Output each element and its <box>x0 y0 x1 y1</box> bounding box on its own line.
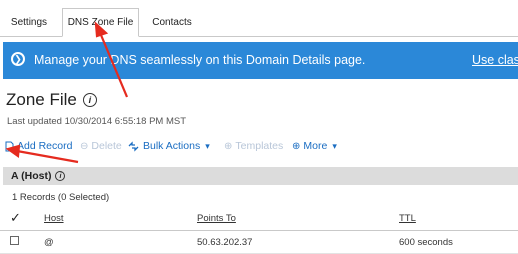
cell-points-to: 50.63.202.37 <box>197 237 253 248</box>
banner-message: Manage your DNS seamlessly on this Domai… <box>34 53 366 67</box>
bulk-actions-label: Bulk Actions <box>143 140 201 152</box>
add-record-label: Add Record <box>17 140 73 152</box>
info-banner: ❯ Manage your DNS seamlessly on this Dom… <box>3 42 518 79</box>
chevron-down-icon: ▾ <box>332 140 337 151</box>
page-title-text: Zone File <box>6 90 77 109</box>
delete-button[interactable]: ⊖ Delete <box>80 140 122 152</box>
more-label: More <box>303 140 328 152</box>
tab-contacts[interactable]: Contacts <box>143 9 201 36</box>
tab-dns-zone-file[interactable]: DNS Zone File <box>62 8 139 37</box>
chevron-right-circle-icon: ❯ <box>11 52 25 66</box>
delete-circle-icon: ⊖ <box>80 140 89 152</box>
column-header-ttl[interactable]: TTL <box>399 213 416 224</box>
page-title: Zone File i <box>6 90 97 110</box>
cell-ttl: 600 seconds <box>399 237 453 248</box>
help-icon[interactable]: i <box>82 93 97 107</box>
add-circle-icon: ⊕ <box>292 140 301 152</box>
tab-settings[interactable]: Settings <box>0 9 58 36</box>
add-record-button[interactable]: Add Record <box>5 140 72 152</box>
table-row: @ 50.63.202.37 600 seconds <box>0 231 518 254</box>
more-button[interactable]: ⊕ More ▾ <box>292 140 337 152</box>
templates-label: Templates <box>235 140 284 152</box>
help-icon[interactable]: i <box>55 171 66 181</box>
table-header: ✓ Host Points To TTL <box>0 208 518 231</box>
new-document-icon <box>5 141 14 151</box>
section-title: A (Host) <box>11 170 52 182</box>
cell-host: @ <box>44 237 54 248</box>
bulk-arrows-icon <box>128 140 139 152</box>
record-count: 1 Records (0 Selected) <box>12 192 110 203</box>
column-header-host[interactable]: Host <box>44 213 64 224</box>
templates-button[interactable]: ⊕ Templates <box>224 140 283 152</box>
column-header-points-to[interactable]: Points To <box>197 213 236 224</box>
tab-bar: Settings DNS Zone File Contacts <box>0 0 518 37</box>
use-classic-link[interactable]: Use classi <box>472 53 518 67</box>
add-circle-icon: ⊕ <box>224 140 233 152</box>
bulk-actions-button[interactable]: Bulk Actions ▾ <box>128 140 210 152</box>
delete-label: Delete <box>91 140 122 152</box>
chevron-down-icon: ▾ <box>205 140 210 151</box>
section-header: A (Host) i <box>3 167 518 185</box>
last-updated-text: Last updated 10/30/2014 6:55:18 PM MST <box>7 116 187 127</box>
select-all-checkmark-icon[interactable]: ✓ <box>10 210 21 226</box>
row-checkbox[interactable] <box>10 236 19 245</box>
toolbar: Add Record ⊖ Delete Bulk Actions ▾ ⊕ Tem… <box>0 140 518 156</box>
